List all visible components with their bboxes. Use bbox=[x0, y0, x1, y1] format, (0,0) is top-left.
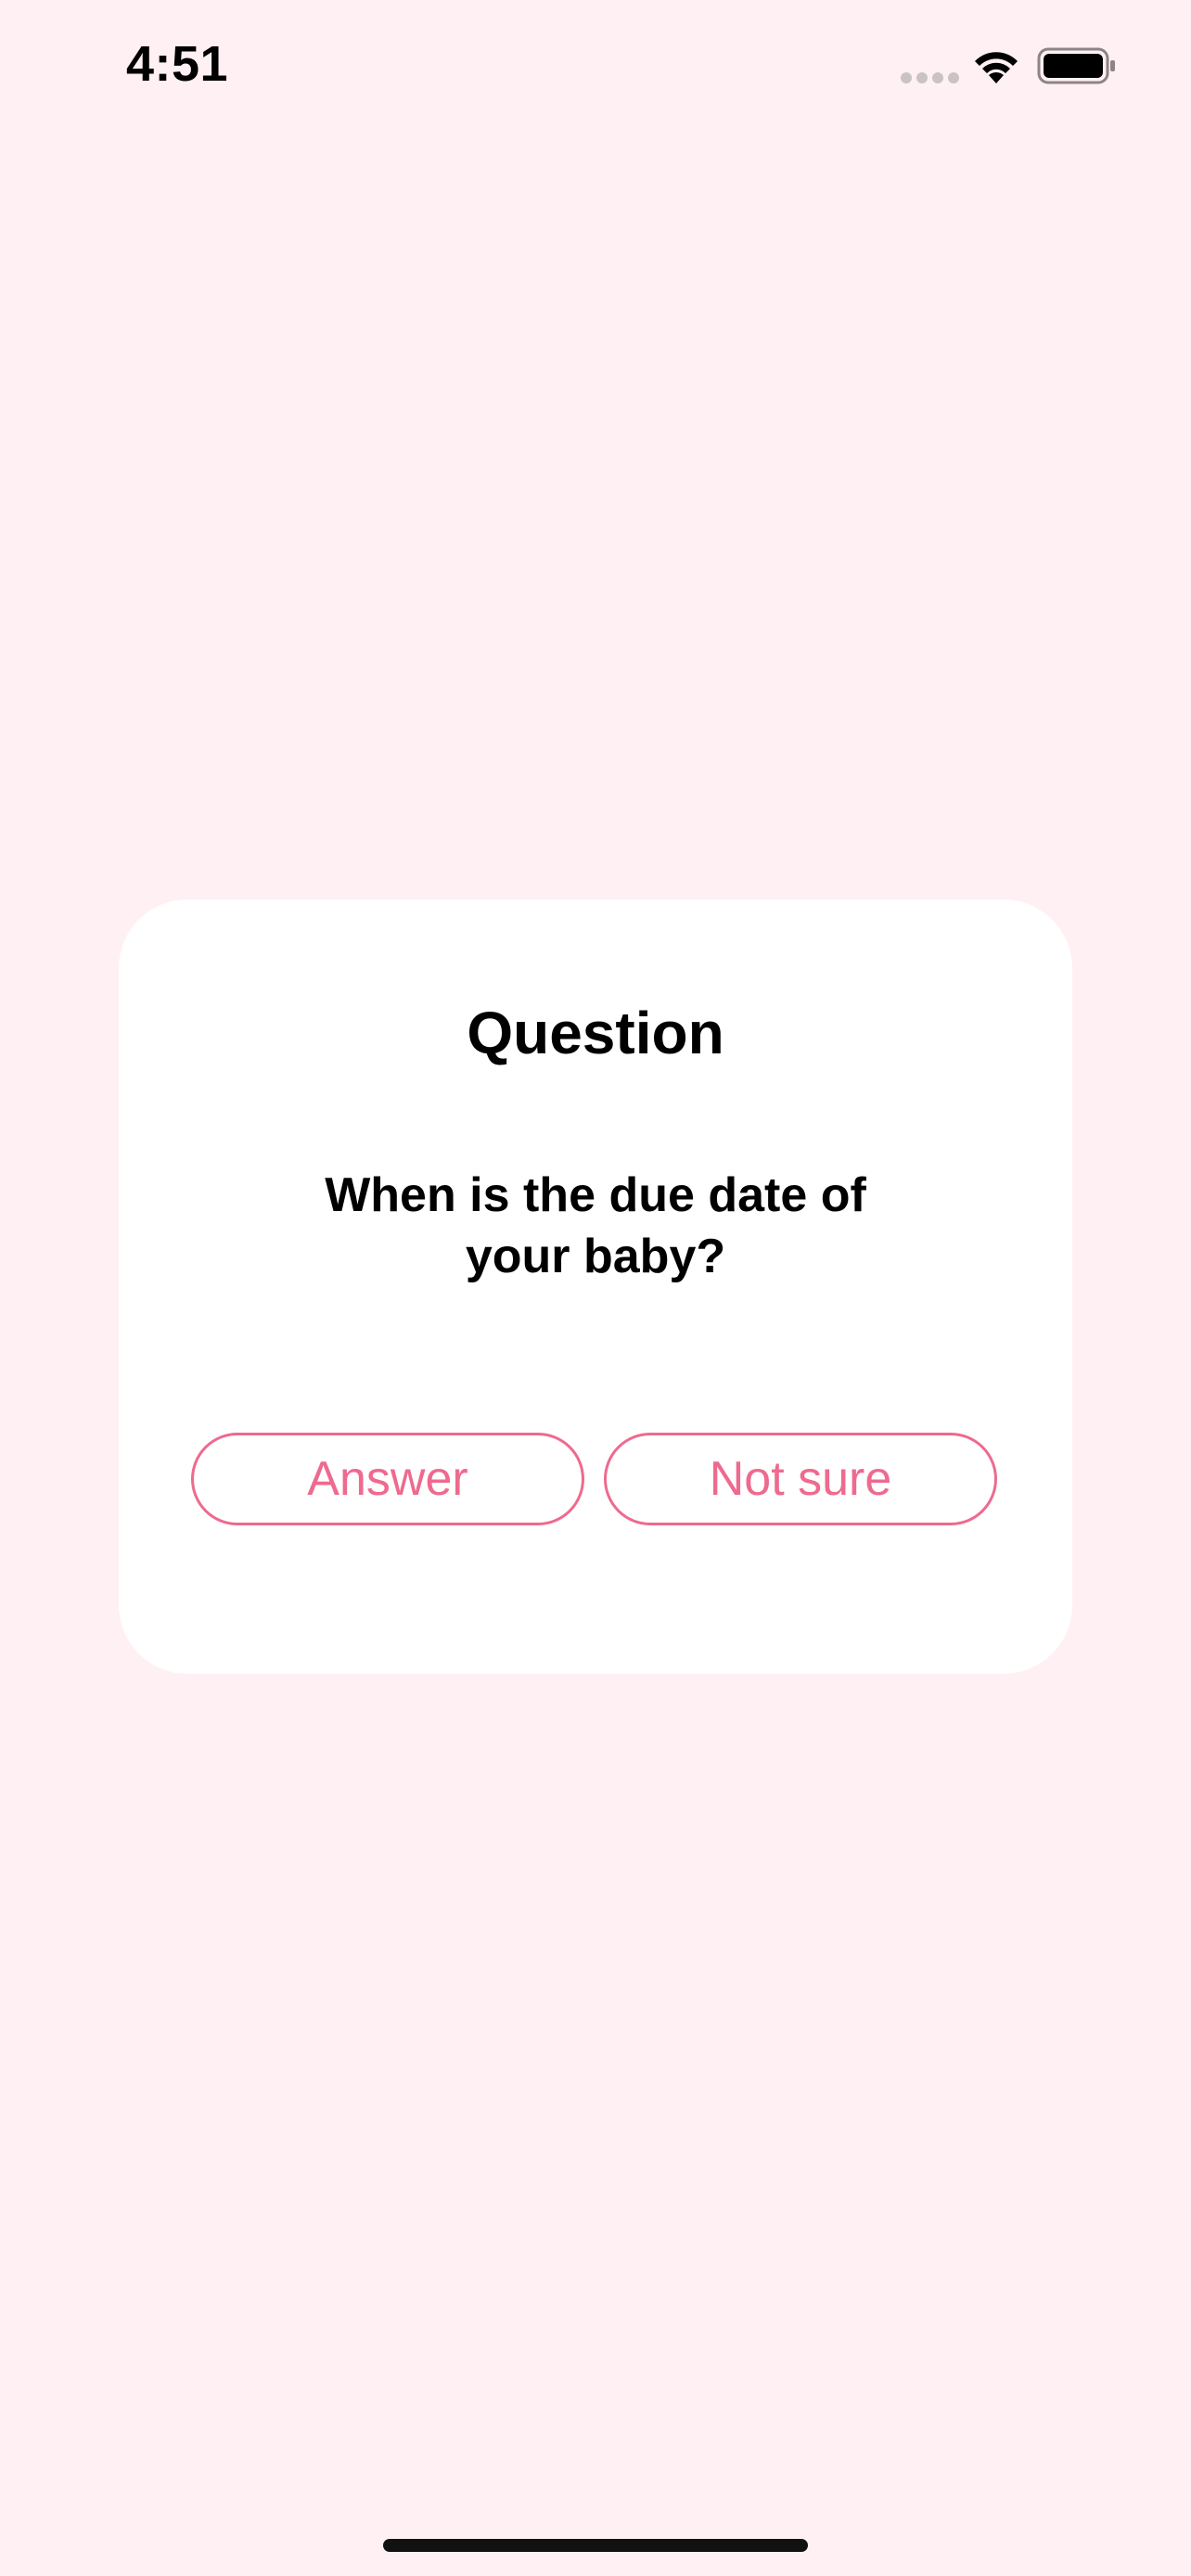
status-time: 4:51 bbox=[126, 36, 229, 92]
battery-icon bbox=[1037, 47, 1115, 84]
signal-dots-icon bbox=[901, 72, 959, 83]
question-text: When is the due date of your baby? bbox=[325, 1168, 866, 1283]
status-bar: 4:51 bbox=[0, 0, 1191, 130]
dialog-title: Question bbox=[467, 1000, 724, 1066]
not-sure-button[interactable]: Not sure bbox=[604, 1433, 997, 1525]
wifi-icon bbox=[975, 52, 1018, 83]
home-indicator[interactable] bbox=[383, 2539, 808, 2552]
answer-button[interactable]: Answer bbox=[191, 1433, 584, 1525]
